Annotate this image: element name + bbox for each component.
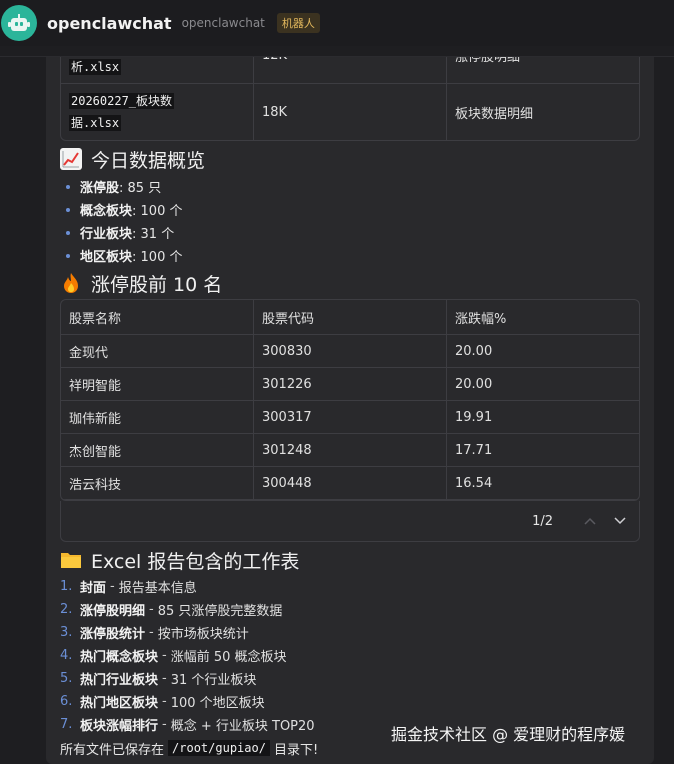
message-card: 析.xlsx 12K 涨停股明细 20260227_板块数 据.xlsx 18K… [46, 57, 654, 764]
stock-code: 301226 [254, 368, 447, 401]
stock-change: 20.00 [447, 335, 639, 368]
list-item: 4. 热门概念板块 - 涨幅前 50 概念板块 [60, 648, 287, 665]
file-size-cell: 12K [254, 57, 447, 84]
list-item: 1. 封面 - 报告基本信息 [60, 579, 197, 596]
stock-code: 300830 [254, 335, 447, 368]
file-name-cell: 析.xlsx [61, 57, 254, 84]
table-row: 金现代 300830 20.00 [61, 335, 639, 368]
list-item: 2. 涨停股明细 -85 只涨停股完整数据 [60, 602, 283, 619]
message-content: 析.xlsx 12K 涨停股明细 20260227_板块数 据.xlsx 18K… [60, 57, 640, 760]
list-item: 6. 热门地区板块 -100 个地区板块 [60, 694, 265, 711]
sheets-title: Excel 报告包含的工作表 [91, 550, 300, 573]
stock-change: 20.00 [447, 368, 639, 401]
app-handle: openclawchat [181, 16, 265, 30]
table-row: 杰创智能 301248 17.71 [61, 434, 639, 467]
table-row: 20260227_板块数 据.xlsx 18K 板块数据明细 [61, 84, 639, 140]
stock-name: 珈伟新能 [61, 401, 254, 434]
file-size-cell: 18K [254, 84, 447, 140]
overview-list: 涨停股: 85 只 概念板块: 100 个 行业板块: 31 个 地区板块: 1… [60, 175, 640, 267]
sheets-heading: Excel 报告包含的工作表 [60, 546, 640, 574]
sheets-list: 1. 封面 - 报告基本信息 2. 涨停股明细 -85 只涨停股完整数据 3. 涨停股统计 -… [60, 575, 640, 736]
table-header-row: 股票名称 股票代码 涨跌幅% [61, 300, 639, 335]
table-row: 珈伟新能 300317 19.91 [61, 401, 639, 434]
stock-table: 股票名称 股票代码 涨跌幅% 金现代 300830 20.00 祥明智能 301… [60, 299, 640, 501]
stock-name: 浩云科技 [61, 467, 254, 500]
file-desc-cell: 涨停股明细 [447, 57, 639, 84]
column-header: 涨跌幅% [447, 300, 639, 335]
watermark: 掘金技术社区 @ 爱理财的程序媛 [391, 725, 626, 744]
bot-avatar[interactable] [1, 5, 37, 41]
column-header: 股票代码 [254, 300, 447, 335]
list-item: 3. 涨停股统计 - 按市场板块统计 [60, 625, 249, 642]
file-name-cell: 20260227_板块数 据.xlsx [61, 84, 254, 140]
save-prefix: 所有文件已保存在 [60, 742, 165, 758]
table-row: 析.xlsx 12K 涨停股明细 [61, 57, 639, 84]
list-item: 概念板块: 100 个 [60, 198, 640, 221]
save-suffix: 目录下! [273, 742, 319, 758]
stock-name: 祥明智能 [61, 368, 254, 401]
chart-increasing-icon [60, 148, 82, 170]
list-item: 地区板块: 100 个 [60, 244, 640, 267]
file-name: 据.xlsx [69, 115, 122, 131]
stock-name: 金现代 [61, 335, 254, 368]
file-desc-cell: 板块数据明细 [455, 106, 534, 122]
table-pager: 1/2 [60, 501, 640, 542]
file-name: 析.xlsx [69, 58, 122, 75]
file-table: 析.xlsx 12K 涨停股明细 20260227_板块数 据.xlsx 18K… [60, 57, 640, 141]
save-path: /root/gupiao/ [168, 740, 270, 756]
stock-code: 300448 [254, 467, 447, 500]
list-item: 5. 热门行业板块 -31 个行业板块 [60, 671, 257, 688]
fire-icon [60, 272, 82, 294]
table-row: 浩云科技 300448 16.54 [61, 467, 639, 500]
robot-icon [8, 14, 30, 32]
list-item: 行业板块: 31 个 [60, 221, 640, 244]
folder-icon [60, 549, 82, 571]
chat-header: openclawchat openclawchat 机器人 [0, 0, 674, 46]
page-indicator: 1/2 [532, 513, 553, 529]
chevron-down-icon[interactable] [611, 512, 629, 530]
app-name[interactable]: openclawchat [47, 14, 172, 33]
overview-title: 今日数据概览 [91, 149, 206, 172]
stock-code: 301248 [254, 434, 447, 467]
top10-title: 涨停股前 10 名 [91, 273, 223, 296]
stock-change: 17.71 [447, 434, 639, 467]
column-header: 股票名称 [61, 300, 254, 335]
bot-badge: 机器人 [276, 13, 320, 33]
top10-heading: 涨停股前 10 名 [60, 269, 640, 297]
stock-name: 杰创智能 [61, 434, 254, 467]
file-name: 20260227_板块数 [69, 93, 175, 109]
list-item: 涨停股: 85 只 [60, 175, 640, 198]
chevron-up-icon[interactable] [581, 512, 599, 530]
overview-heading: 今日数据概览 [60, 145, 640, 173]
stock-code: 300317 [254, 401, 447, 434]
stock-change: 16.54 [447, 467, 639, 500]
stock-change: 19.91 [447, 401, 639, 434]
table-row: 祥明智能 301226 20.00 [61, 368, 639, 401]
